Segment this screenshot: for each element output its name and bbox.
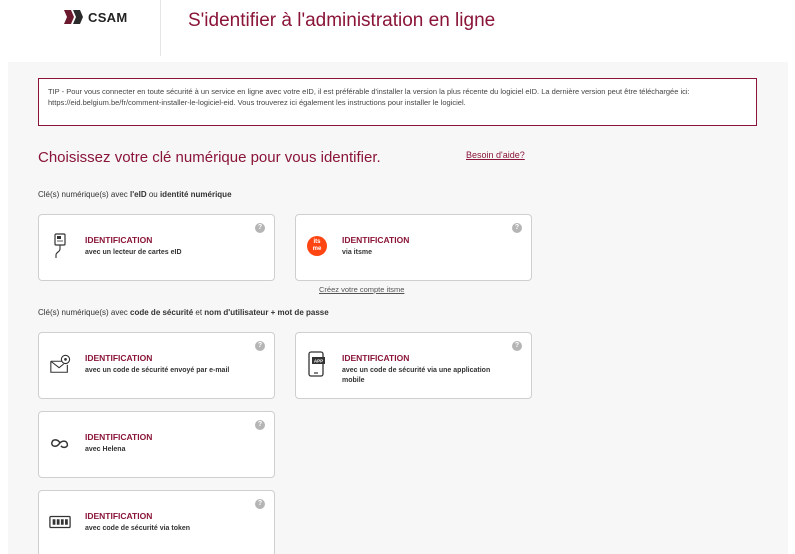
create-itsme-account-link[interactable]: Créez votre compte itsme [319, 285, 404, 294]
card-subtitle: avec un code de sécurité envoyé par e-ma… [85, 367, 230, 374]
help-icon[interactable]: ? [255, 499, 265, 509]
help-icon[interactable]: ? [255, 223, 265, 233]
card-title: IDENTIFICATION [342, 235, 410, 245]
help-icon[interactable]: ? [255, 420, 265, 430]
card-email[interactable]: IDENTIFICATION avec un code de sécurité … [38, 332, 275, 399]
helena-icon [49, 430, 71, 456]
card-title: IDENTIFICATION [85, 353, 153, 363]
card-title: IDENTIFICATION [85, 432, 153, 442]
help-icon[interactable]: ? [512, 223, 522, 233]
token-icon [49, 509, 71, 535]
card-title: IDENTIFICATION [342, 353, 410, 363]
help-icon[interactable]: ? [512, 341, 522, 351]
tip-box: TIP - Pour vous connecter en toute sécur… [38, 78, 757, 126]
section-label-eid: Clé(s) numérique(s) avec l'eID ou identi… [38, 190, 232, 199]
header: CSAM S'identifier à l'administration en … [0, 0, 795, 60]
card-token[interactable]: IDENTIFICATION avec code de sécurité via… [38, 490, 275, 554]
section-label-security-code: Clé(s) numérique(s) avec code de sécurit… [38, 308, 329, 317]
app-icon-label: APP [314, 359, 323, 364]
card-eid-reader[interactable]: IDENTIFICATION avec un lecteur de cartes… [38, 214, 275, 281]
card-subtitle: via itsme [342, 249, 372, 256]
itsme-icon: its me [306, 233, 328, 259]
help-icon[interactable]: ? [255, 341, 265, 351]
email-icon [49, 351, 71, 377]
csam-logo[interactable]: CSAM [64, 9, 127, 25]
card-helena[interactable]: IDENTIFICATION avec Helena ? [38, 411, 275, 478]
mobile-app-icon: APP [306, 351, 328, 377]
card-subtitle: avec code de sécurité via token [85, 525, 191, 532]
main-content: TIP - Pour vous connecter en toute sécur… [8, 62, 788, 554]
card-itsme[interactable]: its me IDENTIFICATION via itsme ? [295, 214, 532, 281]
card-subtitle: avec un lecteur de cartes eID [85, 249, 182, 256]
choose-key-title: Choisissez votre clé numérique pour vous… [38, 149, 381, 166]
csam-logo-icon [64, 10, 83, 24]
card-subtitle: avec un code de sécurité via une applica… [342, 367, 491, 384]
help-link[interactable]: Besoin d'aide? [466, 150, 525, 160]
card-reader-icon [49, 233, 71, 259]
card-subtitle: avec Helena [85, 446, 126, 453]
card-title: IDENTIFICATION [85, 511, 153, 521]
logo-text: CSAM [88, 9, 128, 25]
card-title: IDENTIFICATION [85, 235, 153, 245]
header-divider [160, 0, 161, 56]
card-mobile-app[interactable]: APP IDENTIFICATION avec un code de sécur… [295, 332, 532, 399]
page-title: S'identifier à l'administration en ligne [188, 10, 496, 31]
